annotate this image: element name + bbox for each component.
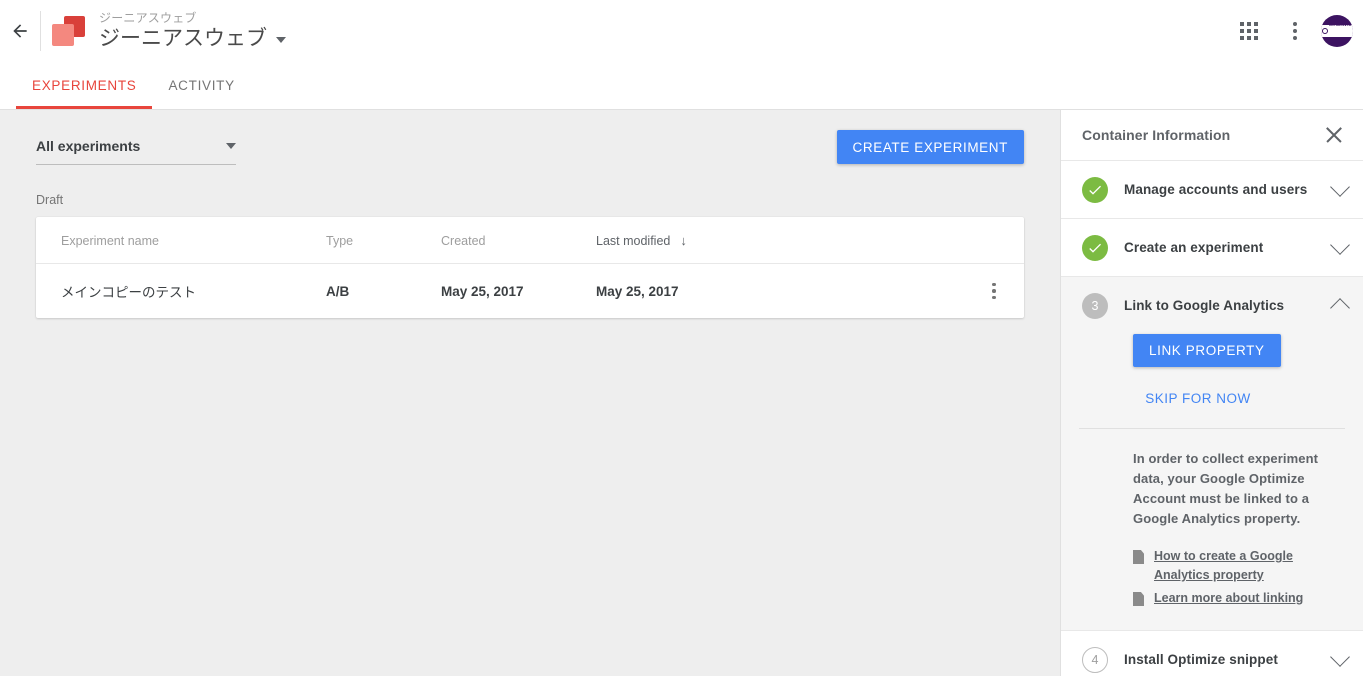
cell-row-menu[interactable]	[964, 264, 1024, 319]
avatar-label: GeniusWeb	[1328, 22, 1352, 27]
top-bar: ジーニアスウェブ ジーニアスウェブ GeniusWeb Your Online …	[0, 0, 1363, 62]
main-toolbar: All experiments CREATE EXPERIMENT	[0, 130, 1060, 165]
panel-help-links: How to create a Google Analytics propert…	[1133, 547, 1345, 608]
experiments-table: Experiment name Type Created Last modifi…	[36, 217, 1024, 318]
avatar-logo-band: GeniusWeb Your Online Marketing	[1321, 22, 1353, 45]
create-experiment-button[interactable]: CREATE EXPERIMENT	[836, 130, 1024, 164]
cell-experiment-name: メインコピーのテスト	[61, 285, 196, 300]
caret-down-icon[interactable]	[276, 37, 286, 43]
optimize-app: ジーニアスウェブ ジーニアスウェブ GeniusWeb Your Online …	[0, 0, 1363, 676]
step-complete-check-icon	[1082, 234, 1108, 261]
cell-type: A/B	[326, 283, 350, 299]
tab-experiments[interactable]: EXPERIMENTS	[16, 61, 153, 109]
sort-descending-icon: ↓	[680, 233, 687, 248]
chevron-down-icon[interactable]	[1330, 646, 1350, 667]
experiments-filter-select[interactable]: All experiments	[36, 130, 236, 165]
account-name: ジーニアスウェブ	[99, 10, 197, 25]
cell-created: May 25, 2017	[441, 283, 524, 299]
avatar[interactable]: GeniusWeb Your Online Marketing	[1321, 15, 1353, 47]
column-header-menu	[964, 217, 1024, 264]
tab-bar: EXPERIMENTS ACTIVITY	[0, 62, 1363, 110]
help-link-label: How to create a Google Analytics propert…	[1154, 549, 1293, 582]
panel-step-label: Manage accounts and users	[1124, 182, 1308, 197]
cell-last-modified: May 25, 2017	[596, 283, 679, 299]
more-vert-icon	[1293, 22, 1297, 40]
step-number-badge: 3	[1082, 292, 1108, 319]
more-options-button[interactable]	[1275, 11, 1315, 51]
panel-step-header[interactable]: Create an experiment	[1061, 219, 1363, 276]
column-header-last-modified-label: Last modified	[596, 234, 671, 248]
panel-step-label: Install Optimize snippet	[1124, 652, 1278, 667]
container-selector[interactable]: ジーニアスウェブ	[99, 26, 286, 52]
chevron-up-icon[interactable]	[1330, 298, 1350, 318]
panel-step-header[interactable]: 4 Install Optimize snippet	[1061, 631, 1363, 676]
column-header-type[interactable]: Type	[326, 217, 441, 264]
panel-title: Container Information	[1082, 127, 1231, 143]
table-row[interactable]: メインコピーのテスト A/B May 25, 2017 May 25, 2017	[36, 264, 1024, 319]
avatar-sub: Your Online Marketing	[1328, 42, 1353, 45]
chevron-down-icon[interactable]	[1330, 176, 1350, 197]
panel-step-label: Create an experiment	[1124, 240, 1264, 255]
table-header-row: Experiment name Type Created Last modifi…	[36, 217, 1024, 264]
link-property-button[interactable]: LINK PROPERTY	[1133, 334, 1281, 367]
panel-step-label: Link to Google Analytics	[1124, 298, 1285, 313]
topbar-actions: GeniusWeb Your Online Marketing	[1229, 11, 1363, 51]
arrow-back-icon	[10, 21, 30, 41]
help-link-label: Learn more about linking	[1154, 591, 1304, 605]
brand-text: ジーニアスウェブ ジーニアスウェブ	[99, 11, 286, 52]
experiments-table-card: Experiment name Type Created Last modifi…	[36, 217, 1024, 318]
container-name: ジーニアスウェブ	[99, 26, 267, 50]
panel-step-header[interactable]: Manage accounts and users	[1061, 161, 1363, 218]
panel-header: Container Information	[1061, 110, 1363, 161]
column-header-created[interactable]: Created	[441, 217, 596, 264]
body: All experiments CREATE EXPERIMENT Draft …	[0, 110, 1363, 676]
column-header-experiment-name[interactable]: Experiment name	[36, 217, 326, 264]
avatar-mark-icon	[1321, 28, 1328, 34]
chevron-down-icon[interactable]	[1330, 234, 1350, 255]
apps-button[interactable]	[1229, 11, 1269, 51]
optimize-logo-icon	[52, 14, 86, 48]
apps-grid-icon	[1240, 22, 1258, 40]
help-link-create-property[interactable]: How to create a Google Analytics propert…	[1133, 547, 1345, 585]
document-icon	[1133, 550, 1144, 564]
panel-step-create-experiment[interactable]: Create an experiment	[1061, 219, 1363, 277]
step-complete-check-icon	[1082, 176, 1108, 203]
panel-step-install-snippet[interactable]: 4 Install Optimize snippet	[1061, 631, 1363, 676]
caret-down-icon	[226, 143, 236, 149]
panel-step-body: LINK PROPERTY SKIP FOR NOW In order to c…	[1061, 334, 1363, 630]
topbar-divider	[40, 11, 41, 51]
panel-divider	[1079, 428, 1345, 429]
step-number-badge: 4	[1082, 646, 1108, 673]
panel-step-header[interactable]: 3 Link to Google Analytics	[1061, 277, 1363, 334]
help-link-learn-more-linking[interactable]: Learn more about linking	[1133, 589, 1345, 608]
column-header-last-modified[interactable]: Last modified ↓	[596, 217, 964, 264]
container-information-panel: Container Information Manage accounts an…	[1060, 110, 1363, 676]
experiments-filter-value: All experiments	[36, 138, 141, 154]
panel-step-description: In order to collect experiment data, you…	[1133, 451, 1319, 526]
skip-for-now-link[interactable]: SKIP FOR NOW	[1133, 391, 1263, 406]
close-icon[interactable]	[1321, 122, 1347, 148]
panel-step-manage-accounts[interactable]: Manage accounts and users	[1061, 161, 1363, 219]
document-icon	[1133, 592, 1144, 606]
back-button[interactable]	[0, 0, 40, 62]
tab-activity[interactable]: ACTIVITY	[152, 61, 250, 109]
more-vert-icon[interactable]	[964, 282, 1024, 300]
draft-section-label: Draft	[36, 193, 64, 207]
panel-step-link-analytics[interactable]: 3 Link to Google Analytics LINK PROPERTY…	[1061, 277, 1363, 631]
main-content: All experiments CREATE EXPERIMENT Draft …	[0, 110, 1060, 676]
